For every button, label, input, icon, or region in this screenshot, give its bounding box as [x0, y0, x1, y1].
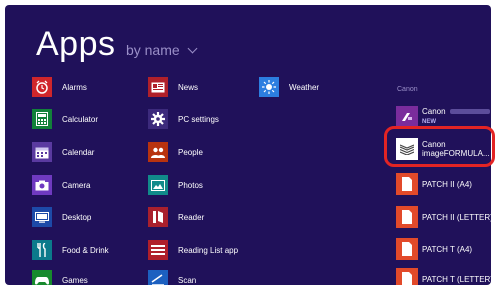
app-tile-patch-t-letter[interactable]: PATCH T (LETTER) [396, 268, 491, 285]
app-tile-reading-list[interactable]: Reading List app [148, 240, 238, 260]
weather-sun-icon [259, 77, 279, 97]
app-tile-patch-ii-a4[interactable]: PATCH II (A4) [396, 173, 472, 195]
app-tile-calendar[interactable]: Calendar [32, 142, 94, 162]
app-tile-desktop[interactable]: Desktop [32, 207, 91, 227]
chevron-down-icon [187, 43, 197, 54]
calendar-icon [32, 142, 52, 162]
app-label: PATCH II (LETTER) [422, 212, 491, 222]
app-label: Calculator [62, 114, 99, 124]
app-tile-weather[interactable]: Weather [259, 77, 319, 97]
photos-icon [148, 175, 168, 195]
pdf-document-icon [396, 268, 418, 285]
app-label: Photos [178, 180, 203, 190]
gear-icon [148, 109, 168, 129]
alarm-clock-icon [32, 77, 52, 97]
app-label: Scan [178, 275, 197, 285]
app-tile-alarms[interactable]: Alarms [32, 77, 87, 97]
app-label: PATCH T (A4) [422, 244, 473, 254]
pdf-document-icon [396, 238, 418, 260]
apps-header: Apps by name [36, 25, 197, 64]
sort-dropdown[interactable]: by name [125, 42, 197, 58]
app-label: People [178, 147, 203, 157]
app-tile-scan[interactable]: Scan [148, 270, 196, 285]
news-icon [148, 77, 168, 97]
app-label: News [178, 82, 199, 92]
app-tile-reader[interactable]: Reader [148, 207, 204, 227]
app-label-line1: Canon [422, 107, 446, 116]
app-tile-patch-ii-letter[interactable]: PATCH II (LETTER) [396, 206, 491, 228]
app-label: PATCH T (LETTER) [422, 274, 491, 284]
page-title: Apps [36, 25, 116, 63]
reading-list-icon [148, 240, 168, 260]
app-label: PATCH II (A4) [422, 179, 472, 189]
app-label: Reader [178, 212, 205, 222]
calculator-icon [32, 109, 52, 129]
app-label: Alarms [62, 82, 87, 92]
game-controller-icon [32, 270, 52, 285]
app-label: Canon NEW [422, 107, 490, 127]
redacted-text [449, 109, 490, 115]
app-label: Weather [289, 82, 320, 92]
app-tile-canon[interactable]: Canon NEW [396, 106, 490, 128]
app-tile-photos[interactable]: Photos [148, 175, 203, 195]
app-label: Food & Drink [62, 245, 109, 255]
sort-label: by name [125, 42, 180, 58]
pdf-document-icon [396, 173, 418, 195]
food-drink-icon [32, 240, 52, 260]
group-title-canon: Canon [397, 86, 418, 93]
highlight-box [384, 126, 495, 167]
app-tile-patch-t-a4[interactable]: PATCH T (A4) [396, 238, 472, 260]
app-tile-calculator[interactable]: Calculator [32, 109, 98, 129]
people-icon [148, 142, 168, 162]
app-tile-people[interactable]: People [148, 142, 203, 162]
app-tile-news[interactable]: News [148, 77, 198, 97]
app-tile-camera[interactable]: Camera [32, 175, 90, 195]
app-label: Desktop [62, 212, 92, 222]
app-label: Reading List app [178, 245, 239, 255]
new-badge: NEW [422, 119, 436, 125]
scan-icon [148, 270, 168, 285]
camera-icon [32, 175, 52, 195]
pdf-document-icon [396, 206, 418, 228]
app-label: Camera [62, 180, 91, 190]
canon-app-icon [396, 106, 418, 128]
app-tile-food-drink[interactable]: Food & Drink [32, 240, 109, 260]
app-tile-pc-settings[interactable]: PC settings [148, 109, 219, 129]
app-tile-games[interactable]: Games [32, 270, 88, 285]
desktop-icon [32, 207, 52, 227]
app-label: Calendar [62, 147, 95, 157]
reader-icon [148, 207, 168, 227]
app-label: Games [62, 275, 88, 285]
app-label: PC settings [178, 114, 219, 124]
